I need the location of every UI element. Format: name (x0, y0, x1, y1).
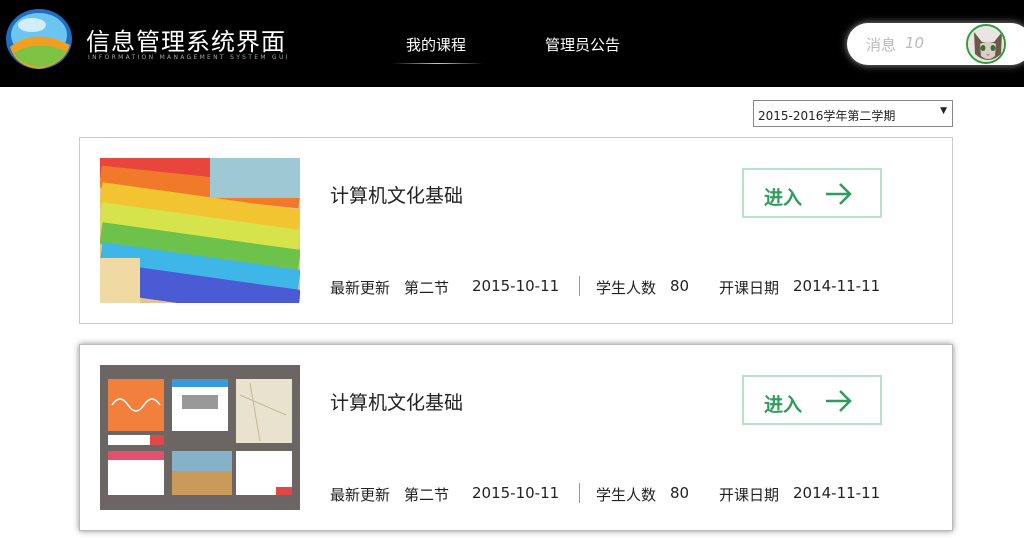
enter-course-button[interactable]: 进入 (742, 168, 882, 218)
students-label: 学生人数 (596, 279, 657, 297)
start-date-value: 2014-11-11 (793, 277, 881, 295)
messages-label: 消息 (866, 36, 897, 54)
meta-divider (579, 483, 580, 503)
arrow-right-icon (826, 390, 852, 412)
last-update-section: 第二节 (404, 279, 450, 297)
last-update-date: 2015-10-11 (472, 484, 560, 502)
start-date-value: 2014-11-11 (793, 484, 881, 502)
messages-count: 10 (905, 34, 925, 52)
course-thumbnail-ui[interactable] (100, 365, 300, 510)
last-update-date: 2015-10-11 (472, 277, 560, 295)
avatar[interactable] (966, 24, 1006, 64)
course-thumbnail-shirts[interactable] (100, 158, 300, 303)
arrow-right-icon (826, 183, 852, 205)
enter-label: 进入 (764, 394, 803, 416)
nav-admin-announcements[interactable]: 管理员公告 (545, 34, 620, 55)
enter-label: 进入 (764, 187, 803, 209)
nav-active-indicator (392, 63, 484, 64)
course-card: 计算机文化基础 进入 最新更新 第二节 2015-10-11 学生人数 80 开… (79, 344, 953, 531)
app-subtitle: INFORMATION MANAGEMENT SYSTEM GUI (88, 54, 290, 61)
cat-avatar-icon (968, 26, 1004, 62)
app-title: 信息管理系统界面 (86, 28, 286, 56)
semester-select[interactable]: 2015-2016学年第二学期 ▼ (753, 100, 953, 127)
students-label: 学生人数 (596, 486, 657, 504)
semester-selected-value: 2015-2016学年第二学期 (758, 109, 896, 123)
course-title[interactable]: 计算机文化基础 (330, 181, 463, 208)
students-count: 80 (670, 277, 690, 295)
course-card: 计算机文化基础 进入 最新更新 第二节 2015-10-11 学生人数 80 开… (79, 137, 953, 324)
app-header: 信息管理系统界面 INFORMATION MANAGEMENT SYSTEM G… (0, 0, 1024, 87)
start-date-label: 开课日期 (719, 279, 780, 297)
meta-divider (579, 276, 580, 296)
messages-pill[interactable]: 消息 10 (847, 23, 1024, 65)
nav-my-courses[interactable]: 我的课程 (406, 34, 466, 55)
dropdown-arrow-icon: ▼ (940, 106, 947, 116)
globe-logo-icon[interactable] (4, 7, 74, 71)
enter-course-button[interactable]: 进入 (742, 375, 882, 425)
last-update-label: 最新更新 (330, 279, 391, 297)
last-update-label: 最新更新 (330, 486, 391, 504)
students-count: 80 (670, 484, 690, 502)
course-title[interactable]: 计算机文化基础 (330, 388, 463, 415)
last-update-section: 第二节 (404, 486, 450, 504)
start-date-label: 开课日期 (719, 486, 780, 504)
